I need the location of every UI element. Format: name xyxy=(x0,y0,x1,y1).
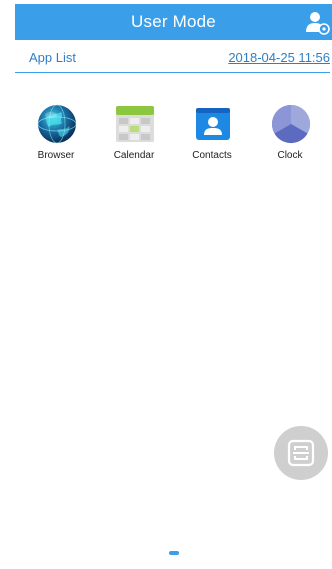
app-contacts[interactable]: Contacts xyxy=(174,104,250,166)
calendar-icon xyxy=(115,104,155,144)
clock-icon xyxy=(271,104,311,144)
app-label-contacts: Contacts xyxy=(192,150,232,161)
app-label-clock: Clock xyxy=(277,150,303,161)
browser-icon xyxy=(37,104,77,144)
app-list-bar: App List 2018-04-25 11:56 xyxy=(15,42,330,73)
app-browser[interactable]: Browser xyxy=(18,104,94,166)
contacts-icon xyxy=(193,104,233,144)
page-indicator xyxy=(169,551,179,555)
app-clock[interactable]: Clock xyxy=(252,104,328,166)
app-label-browser: Browser xyxy=(37,150,75,161)
app-calendar[interactable]: Calendar xyxy=(96,104,172,166)
title-bar: User Mode xyxy=(15,4,332,40)
app-grid: Browser Calendar Contacts Clock xyxy=(18,104,332,166)
user-switch-icon[interactable] xyxy=(304,9,330,35)
app-list-label: App List xyxy=(29,50,76,65)
scan-button[interactable] xyxy=(274,426,328,480)
app-label-calendar: Calendar xyxy=(113,150,155,161)
datetime-link[interactable]: 2018-04-25 11:56 xyxy=(228,50,330,65)
user-mode-screen: User Mode App List 2018-04-25 11:56 Brow… xyxy=(0,0,332,569)
scan-icon xyxy=(287,439,315,467)
page-title: User Mode xyxy=(131,12,216,31)
